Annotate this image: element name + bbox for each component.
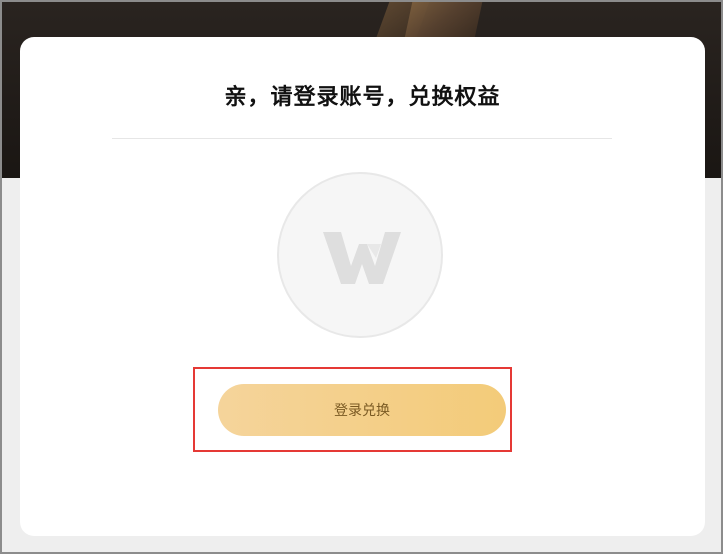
title-divider [112, 138, 612, 139]
login-card: 亲，请登录账号，兑换权益 登录兑换 [20, 37, 705, 536]
wps-logo-icon [323, 232, 401, 284]
login-redeem-button[interactable]: 登录兑换 [218, 384, 506, 436]
window-frame: 亲，请登录账号，兑换权益 登录兑换 [0, 0, 723, 554]
logo-avatar [277, 172, 443, 338]
page-title: 亲，请登录账号，兑换权益 [224, 85, 501, 110]
